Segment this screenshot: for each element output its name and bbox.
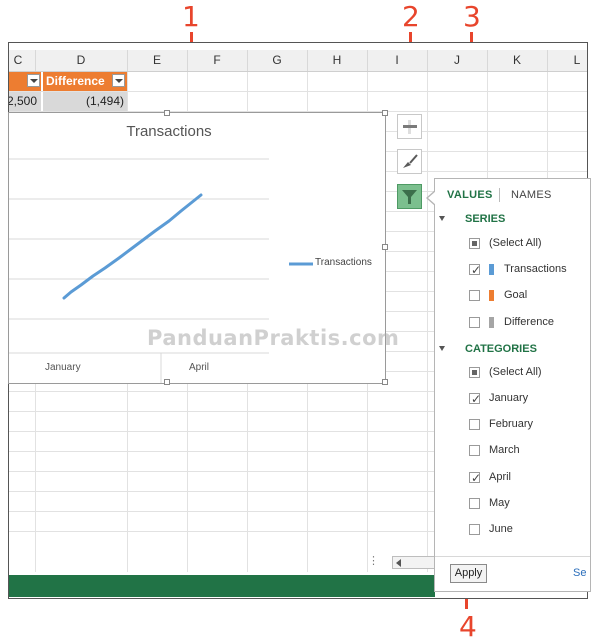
chart-filters-panel: VALUES NAMES SERIES (Select All) ✓ Trans… [434,178,591,592]
column-header-row: C D E F G H I J K L [9,50,587,72]
callout-1: 1 [182,0,200,33]
apply-button[interactable]: Apply [450,564,487,583]
gridline [427,72,428,572]
checkbox-unchecked[interactable] [469,290,480,301]
column-header-d[interactable]: D [35,50,128,71]
chart-filters-button[interactable] [397,184,422,209]
checkmark-icon: ✓ [471,471,482,485]
item-label: Goal [504,289,528,301]
series-item-transactions[interactable]: ✓ Transactions [469,262,589,280]
resize-handle[interactable] [164,379,170,385]
sheet-options-icon[interactable]: ⋮ [368,554,379,567]
column-header-j[interactable]: J [427,50,488,71]
panel-pointer-inner [428,191,436,205]
cell-value: (1,494) [85,94,124,108]
item-label: May [489,497,510,509]
category-item-select-all[interactable]: (Select All) [469,365,589,383]
series-color-swatch [489,264,494,275]
item-label: February [489,418,534,430]
resize-handle[interactable] [382,379,388,385]
series-color-swatch [489,317,494,328]
brush-icon [403,154,418,168]
categories-section-label: CATEGORIES [465,343,537,355]
column-header-l[interactable]: L [547,50,587,71]
checkbox-partial[interactable] [469,238,480,249]
cell-value: 2,500 [8,94,38,108]
item-label: (Select All) [489,366,542,378]
chart-elements-button[interactable] [397,114,422,139]
checkmark-icon: ✓ [471,263,482,277]
series-item-select-all[interactable]: (Select All) [469,236,589,254]
series-item-difference[interactable]: Difference [469,315,589,333]
callout-2: 2 [402,0,420,33]
item-label: April [489,471,512,483]
collapse-icon [439,346,445,351]
series-item-goal[interactable]: Goal [469,288,589,306]
item-label: Transactions [504,263,567,275]
callout-4: 4 [459,610,477,643]
category-item-january[interactable]: ✓ January [469,391,589,409]
column-header-c[interactable]: C [9,50,36,71]
column-header-g[interactable]: G [247,50,308,71]
checkbox-unchecked[interactable] [469,317,480,328]
item-label: Difference [504,316,554,328]
item-label: January [489,392,529,404]
filter-dropdown-icon[interactable] [27,74,40,87]
series-section-label: SERIES [465,213,506,225]
column-header-h[interactable]: H [307,50,368,71]
panel-footer-divider [435,556,590,557]
item-label: (Select All) [489,237,542,249]
funnel-icon [402,190,417,204]
collapse-icon [439,216,445,221]
resize-handle[interactable] [164,110,170,116]
column-header-f[interactable]: F [187,50,248,71]
callout-3: 3 [463,0,481,33]
checkbox-unchecked[interactable] [469,419,480,430]
table-header-cell-difference[interactable]: Difference [43,72,127,91]
checkmark-icon: ✓ [471,392,482,406]
status-bar [9,575,435,597]
chart-x-label-april: April [189,362,210,373]
category-item-april[interactable]: ✓ April [469,470,589,488]
series-color-swatch [489,290,494,301]
item-label: March [489,444,520,456]
category-item-march[interactable]: March [469,443,589,461]
item-label: June [489,523,513,535]
series-line-transactions [62,193,203,300]
category-item-february[interactable]: February [469,417,589,435]
plus-icon-vertical [408,120,411,134]
resize-handle[interactable] [382,110,388,116]
checkbox-unchecked[interactable] [469,445,480,456]
cell-c2[interactable]: 2,500 [9,92,41,111]
checkbox-checked[interactable]: ✓ [469,471,482,485]
select-data-link[interactable]: Se [573,567,586,579]
checkbox-unchecked[interactable] [469,524,480,535]
scroll-left-arrow-icon[interactable] [396,559,401,567]
column-header-e[interactable]: E [127,50,188,71]
checkbox-partial[interactable] [469,367,480,378]
chart-x-label-january: January [45,362,81,373]
tab-names[interactable]: NAMES [511,189,552,201]
column-header-i[interactable]: I [367,50,428,71]
chart-styles-button[interactable] [397,149,422,174]
table-header-label: Difference [46,74,105,88]
checkbox-checked[interactable]: ✓ [469,263,482,277]
cell-d2[interactable]: (1,494) [43,92,127,111]
table-header-cell-c[interactable] [9,72,41,91]
filter-dropdown-icon[interactable] [112,74,125,87]
checkbox-unchecked[interactable] [469,498,480,509]
chart-legend-label[interactable]: Transactions [315,257,372,268]
checkbox-checked[interactable]: ✓ [469,392,482,406]
category-item-may[interactable]: May [469,496,589,514]
tab-divider [499,188,500,202]
column-header-k[interactable]: K [487,50,548,71]
tab-values[interactable]: VALUES [447,189,493,201]
resize-handle[interactable] [382,244,388,250]
watermark: PanduanPraktis.com [147,326,400,350]
category-item-june[interactable]: June [469,522,589,540]
